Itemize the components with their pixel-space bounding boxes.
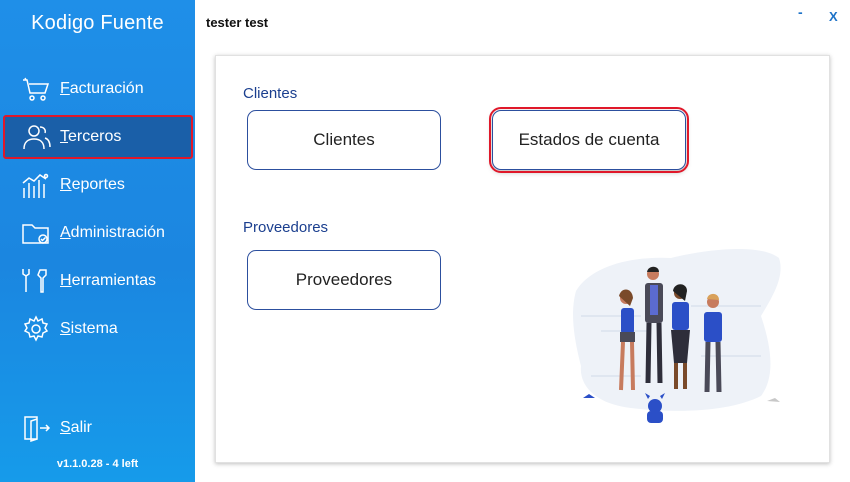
app-title: Kodigo Fuente: [31, 12, 164, 34]
minimize-button[interactable]: -: [798, 4, 803, 20]
sidebar-item-label: Administración: [60, 224, 165, 241]
gear-icon: [23, 315, 49, 342]
sidebar-item-label: Facturación: [60, 80, 144, 97]
section-title-clientes: Clientes: [243, 85, 298, 102]
people-illustration: [573, 248, 781, 423]
sidebar-item-label: Reportes: [60, 176, 125, 193]
clientes-button[interactable]: Clientes: [247, 110, 441, 170]
sidebar-item-sistema[interactable]: Sistema: [4, 308, 192, 350]
sidebar-item-reportes[interactable]: Reportes: [4, 164, 192, 206]
sidebar-item-administracion[interactable]: Administración: [4, 212, 192, 254]
tools-icon: [22, 269, 47, 293]
sidebar-item-label: Sistema: [60, 320, 118, 337]
exit-icon: [24, 416, 51, 442]
folder-icon: [22, 224, 49, 244]
version-label: v1.1.0.28 - 4 left: [56, 458, 139, 470]
chart-icon: [22, 173, 49, 198]
sidebar-item-salir[interactable]: Salir: [4, 407, 192, 449]
content-panel: Clientes Clientes Estados de cuenta Prov…: [215, 55, 830, 463]
sidebar: Kodigo Fuente Facturación Terceros Repor…: [0, 0, 195, 482]
sidebar-item-label: Herramientas: [60, 272, 157, 289]
sidebar-item-terceros[interactable]: Terceros: [3, 115, 193, 159]
cart-icon: [23, 77, 50, 101]
sidebar-item-facturacion[interactable]: Facturación: [4, 68, 192, 110]
sidebar-item-label: Terceros: [60, 128, 122, 145]
proveedores-button[interactable]: Proveedores: [247, 250, 441, 310]
sidebar-item-label: Salir: [60, 419, 93, 436]
users-icon: [23, 125, 51, 150]
estados-de-cuenta-button[interactable]: Estados de cuenta: [489, 107, 689, 173]
section-title-proveedores: Proveedores: [243, 219, 329, 236]
sidebar-item-herramientas[interactable]: Herramientas: [4, 260, 192, 302]
close-button[interactable]: X: [829, 9, 838, 24]
user-name: tester test: [206, 15, 269, 30]
